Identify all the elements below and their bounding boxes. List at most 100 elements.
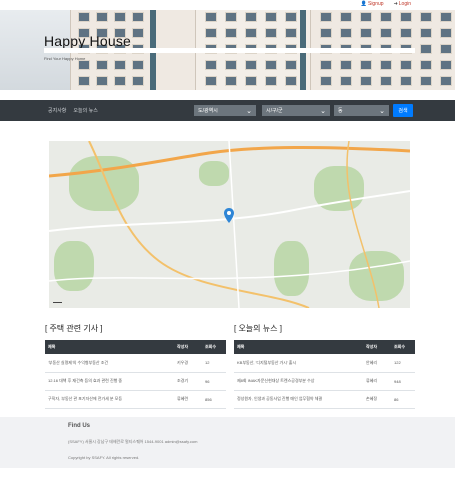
search-button[interactable]: 검색 [393, 104, 413, 117]
row-author: 안혜리 [363, 354, 391, 373]
hero-window [380, 76, 392, 86]
housing-news-panel: [ 주택 관련 기사 ] 제목 작성자 조회수 '부동산 실명제'의 수익형부동… [45, 323, 226, 409]
nav-link-news[interactable]: 오늘의 뉴스 [73, 107, 97, 114]
hero-window [440, 76, 452, 86]
hero-window [78, 60, 90, 70]
row-views: 12 [202, 354, 226, 373]
hero-window [320, 76, 332, 86]
select-province[interactable]: 도/광역시 ⌄ [194, 105, 256, 116]
table-row[interactable]: 12.16 대책 후 재건축 등의 효과 관련 진행 중 조경기 96 [45, 372, 226, 391]
hero-window [420, 12, 432, 22]
row-title[interactable]: 12.16 대책 후 재건축 등의 효과 관련 진행 중 [45, 372, 174, 391]
user-icon: 👤 [360, 1, 367, 7]
row-title[interactable]: 구직자, 부동산 관 포기자산에 전가세 분 모등 [45, 390, 174, 409]
row-title[interactable]: 제8회 INAK자문신현대상 트렌스공경부분 수상 [234, 372, 363, 391]
table-row[interactable]: KB부동산, '디지털부동산 가시' 출시 안혜리 122 [234, 354, 415, 373]
hero-window [265, 28, 277, 38]
hero-window [132, 12, 144, 22]
hero-window [205, 60, 217, 70]
hero-window [360, 28, 372, 38]
hero-window [225, 28, 237, 38]
hero-window [400, 76, 412, 86]
hero-title-underline [44, 48, 415, 53]
hero-window [132, 60, 144, 70]
hero-window [440, 60, 452, 70]
nav-links: 공지사항 오늘의 뉴스 [48, 107, 98, 114]
table-row[interactable]: 제8회 INAK자문신현대상 트렌스공경부분 수상 류혜리 948 [234, 372, 415, 391]
chevron-down-icon: ⌄ [379, 107, 385, 115]
location-pin-icon[interactable] [224, 208, 234, 223]
hero-window [420, 44, 432, 54]
hero-window [285, 60, 297, 70]
select-dong-value: 동 [338, 108, 343, 114]
hero-window [225, 12, 237, 22]
hero-window [265, 60, 277, 70]
row-title[interactable]: 정성원자, 인생과 공동사업 진행 매인 업무협약 체결 [234, 390, 363, 409]
chevron-down-icon: ⌄ [246, 107, 252, 115]
hero-window [340, 12, 352, 22]
column-header-views: 조회수 [205, 344, 217, 349]
row-views: 856 [202, 390, 226, 409]
footer-heading: Find Us [68, 423, 90, 429]
hero-window [132, 76, 144, 86]
signup-link[interactable]: 👤 Signup [361, 1, 384, 7]
footer-address: (SSAFY) 서울시 강남구 테헤란로 멀티스퀘어 1544-9001 adm… [68, 439, 198, 444]
row-views: 122 [391, 354, 415, 373]
row-title[interactable]: '부동산 실명제'의 수익형부동산 조건 [45, 354, 174, 373]
table-row[interactable]: '부동산 실명제'의 수익형부동산 조건 키우경 12 [45, 354, 226, 373]
column-header-author: 작성자 [177, 344, 189, 349]
hero-window [340, 76, 352, 86]
hero-window [114, 60, 126, 70]
table-row[interactable]: 정성원자, 인생과 공동사업 진행 매인 업무협약 체결 손혜정 86 [234, 390, 415, 409]
login-link[interactable]: ➜ Login [394, 1, 411, 7]
hero-window [400, 12, 412, 22]
hero-window [114, 76, 126, 86]
row-author: 키우경 [174, 354, 202, 373]
chevron-down-icon: ⌄ [320, 107, 326, 115]
row-views: 86 [391, 390, 415, 409]
hero-window [96, 12, 108, 22]
map-view[interactable]: ▬▬▬ [49, 141, 410, 308]
hero-window [225, 60, 237, 70]
hero-window [360, 12, 372, 22]
select-dong[interactable]: 동 ⌄ [334, 105, 389, 116]
housing-news-table: 제목 작성자 조회수 '부동산 실명제'의 수익형부동산 조건 키우경 12 1… [45, 340, 226, 409]
hero-window [96, 76, 108, 86]
top-bar: 👤 Signup ➜ Login [0, 0, 455, 10]
hero-window [380, 28, 392, 38]
hero-window [320, 28, 332, 38]
nav-link-notice[interactable]: 공지사항 [48, 107, 66, 114]
hero-window [114, 12, 126, 22]
hero-window [380, 60, 392, 70]
table-header-row: 제목 작성자 조회수 [234, 340, 415, 354]
footer-copyright: Copyright by SSAFY. All rights reserved. [68, 455, 140, 460]
hero-window [205, 76, 217, 86]
hero-window [132, 28, 144, 38]
table-row[interactable]: 구직자, 부동산 관 포기자산에 전가세 분 모등 류혜련 856 [45, 390, 226, 409]
hero-window [96, 60, 108, 70]
hero-window [440, 28, 452, 38]
select-city[interactable]: 시/구/군 ⌄ [262, 105, 330, 116]
select-province-value: 도/광역시 [198, 108, 218, 114]
hero-window [285, 76, 297, 86]
map-scale-bar: ▬▬▬ [53, 300, 62, 304]
column-header-title: 제목 [237, 344, 245, 349]
hero-window [360, 76, 372, 86]
hero-window [320, 60, 332, 70]
site-title: Happy House [44, 33, 132, 49]
hero-window [420, 60, 432, 70]
hero-window [205, 12, 217, 22]
map-roads [49, 141, 410, 308]
footer: Find Us (SSAFY) 서울시 강남구 테헤란로 멀티스퀘어 1544-… [0, 417, 455, 468]
row-title[interactable]: KB부동산, '디지털부동산 가시' 출시 [234, 354, 363, 373]
hero-window [265, 76, 277, 86]
hero-window [340, 28, 352, 38]
hero-window [245, 76, 257, 86]
hero-window [245, 28, 257, 38]
hero-window [340, 60, 352, 70]
signup-label: Signup [367, 1, 384, 7]
column-header-views: 조회수 [394, 344, 406, 349]
hero-window [78, 12, 90, 22]
auth-links: 👤 Signup ➜ Login [361, 1, 411, 7]
hero-window [320, 12, 332, 22]
